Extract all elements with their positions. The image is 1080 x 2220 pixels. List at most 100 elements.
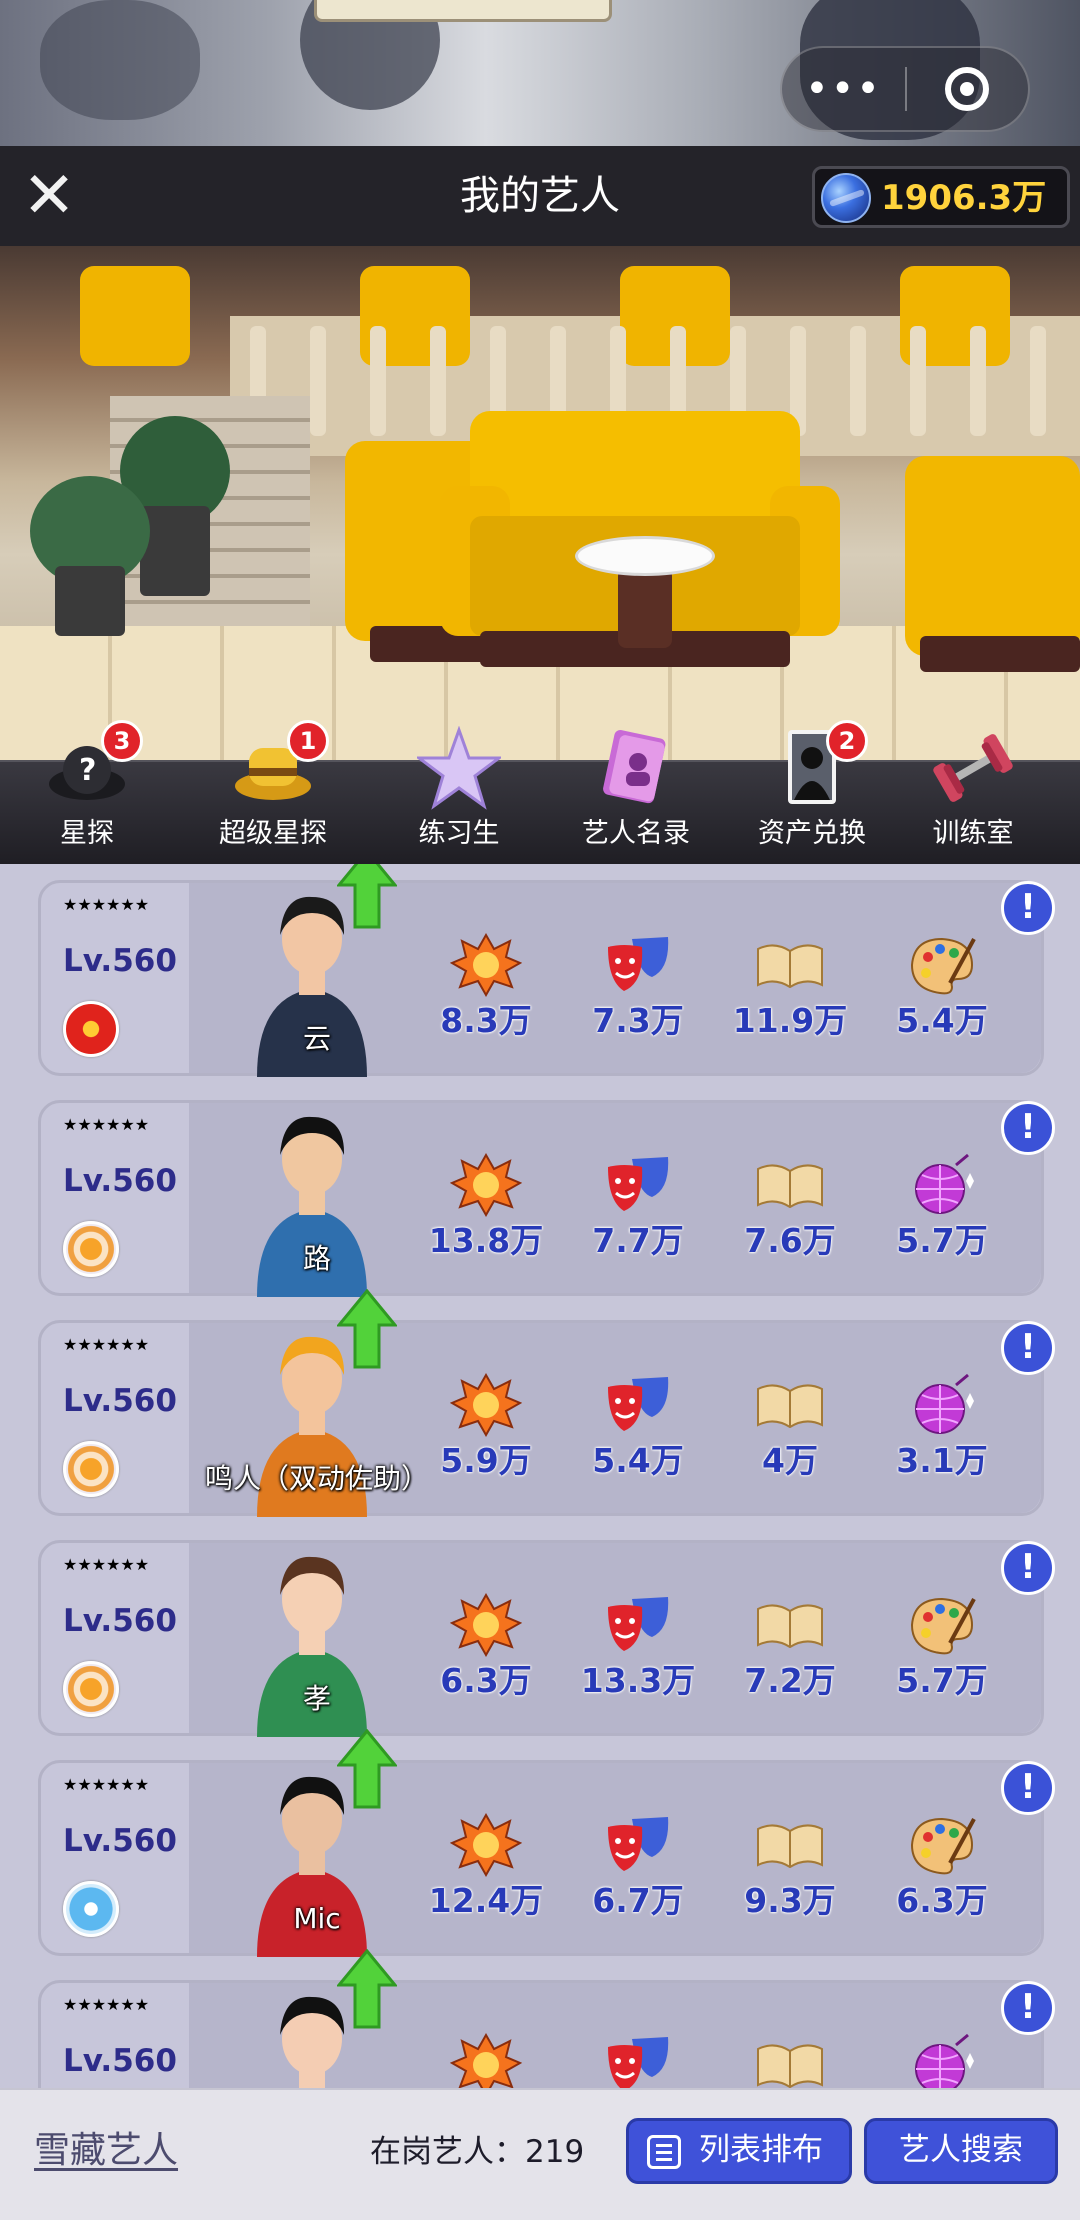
- on-duty-label: 在岗艺人：: [370, 2134, 525, 2170]
- info-icon[interactable]: !: [1001, 881, 1055, 935]
- artist-card[interactable]: ★★★★★★ Lv.560 云! 8.3万 7.3万 11.9万 5.4万: [38, 864, 1055, 1077]
- level-up-arrow-icon[interactable]: [337, 1289, 397, 1369]
- artist-stat: 5.4万: [867, 933, 1017, 1063]
- currency-amount: 1906.3万: [881, 178, 1047, 218]
- artist-card[interactable]: ★★★★★★ Lv.560 Mic! 12.4万 6.7万 9.3万 6.3万: [38, 1729, 1055, 1957]
- explosion-icon: [449, 1372, 523, 1438]
- artist-card[interactable]: ★★★★★★ Lv.560!: [38, 1949, 1055, 2088]
- menu-label: 训练室: [932, 818, 1014, 849]
- book-icon: [754, 1593, 826, 1657]
- stat-value: 6.3万: [440, 1661, 532, 1700]
- explosion-icon: [449, 1152, 523, 1218]
- menu-badge: 2: [826, 720, 868, 762]
- orange-flower-emblem: [63, 1221, 119, 1277]
- drama-mask-icon: [602, 1813, 674, 1877]
- drama-mask-icon: [602, 1373, 674, 1437]
- drama-mask-icon: [602, 1153, 674, 1217]
- book-icon: [754, 1813, 826, 1877]
- stat-value: 6.7万: [592, 1881, 684, 1920]
- stat-value: 6.3万: [896, 1881, 988, 1920]
- star-rating: ★★★★★★: [63, 1775, 150, 1794]
- on-duty-value: 219: [525, 2134, 585, 2170]
- orange-flower-emblem: [63, 1661, 119, 1717]
- star-rating: ★★★★★★: [63, 1995, 150, 2014]
- disco-ball-icon: [906, 1153, 978, 1217]
- list-icon: [647, 2135, 681, 2169]
- artist-stat: 6.7万: [563, 1813, 713, 1943]
- artist-stat: 8.3万: [411, 932, 561, 1063]
- menu-label: 星探: [60, 818, 114, 849]
- list-layout-button[interactable]: 列表排布: [626, 2118, 852, 2184]
- more-dots-icon[interactable]: •••: [782, 69, 905, 109]
- artist-stat: 5.7万: [867, 1153, 1017, 1283]
- menu-item-artist-directory[interactable]: 艺人名录: [546, 726, 726, 866]
- star-rating: ★★★★★★: [63, 1335, 150, 1354]
- artist-stat: 7.3万: [563, 933, 713, 1063]
- artist-stat: 7.6万: [715, 1153, 865, 1283]
- menu-item-super-scout[interactable]: 1 超级星探: [183, 720, 363, 866]
- close-miniprogram-icon[interactable]: [907, 67, 1028, 111]
- book-icon: [754, 2033, 826, 2088]
- artist-stat: 6.3万: [867, 1813, 1017, 1943]
- stat-value: 5.4万: [592, 1441, 684, 1480]
- info-icon[interactable]: !: [1001, 1761, 1055, 1815]
- svg-text:?: ?: [79, 753, 96, 788]
- artist-level: Lv.560: [63, 2043, 177, 2079]
- artist-search-button[interactable]: 艺人搜索: [864, 2118, 1058, 2184]
- drama-mask-icon: [602, 933, 674, 997]
- stat-value: 11.9万: [732, 1001, 848, 1040]
- menu-item-trainee[interactable]: 练习生: [369, 726, 549, 866]
- currency-display[interactable]: 1906.3万: [812, 166, 1070, 228]
- artist-level: Lv.560: [63, 1603, 177, 1639]
- artist-card[interactable]: ★★★★★★ Lv.560 鸣人（双动佐助）! 5.9万 5.4万 4万 3.1万: [38, 1289, 1055, 1517]
- background-preview: •••: [0, 0, 1080, 146]
- artist-stat: 7.2万: [715, 1593, 865, 1723]
- artist-list[interactable]: ★★★★★★ Lv.560 云! 8.3万 7.3万 11.9万 5.4万 ★★★★★★ Lv.…: [0, 864, 1080, 2088]
- menu-label: 练习生: [418, 818, 500, 849]
- on-duty-count: 在岗艺人：219: [370, 2130, 584, 2174]
- level-up-arrow-icon[interactable]: [337, 1949, 397, 2029]
- palette-icon: [906, 933, 978, 997]
- level-up-arrow-icon[interactable]: [337, 864, 397, 929]
- crystal-star-icon: [417, 726, 501, 810]
- level-up-arrow-icon[interactable]: [337, 1729, 397, 1809]
- menu-item-asset-exchange[interactable]: 2 资产兑换: [722, 720, 902, 866]
- artist-level: Lv.560: [63, 1823, 177, 1859]
- info-icon[interactable]: !: [1001, 1321, 1055, 1375]
- star-rating: ★★★★★★: [63, 1555, 150, 1574]
- artist-card[interactable]: ★★★★★★ Lv.560 路! 13.8万 7.7万 7.6万 5.7万: [38, 1100, 1055, 1297]
- stat-value: 7.3万: [592, 1001, 684, 1040]
- stat-value: 5.9万: [440, 1441, 532, 1480]
- miniprogram-capsule: •••: [780, 46, 1030, 132]
- stat-value: 13.8万: [428, 1221, 544, 1260]
- stat-value: 5.4万: [896, 1001, 988, 1040]
- drama-mask-icon: [602, 2033, 674, 2088]
- frozen-artists-link[interactable]: 雪藏艺人: [34, 2128, 178, 2174]
- orange-flower-emblem: [63, 1441, 119, 1497]
- info-icon[interactable]: !: [1001, 1981, 1055, 2035]
- artist-stat: 13.8万: [411, 1152, 561, 1283]
- menu-item-training-room[interactable]: 训练室: [883, 726, 1063, 866]
- artist-stat: 4万: [715, 1373, 865, 1503]
- menu-label: 艺人名录: [582, 818, 690, 849]
- info-icon[interactable]: !: [1001, 1541, 1055, 1595]
- artist-card[interactable]: ★★★★★★ Lv.560 孝! 6.3万 13.3万 7.2万 5.7万: [38, 1540, 1055, 1737]
- star-rating: ★★★★★★: [63, 1115, 150, 1134]
- lobby-scene: [0, 246, 1080, 760]
- info-icon[interactable]: !: [1001, 1101, 1055, 1155]
- disco-ball-icon: [906, 2033, 978, 2088]
- artist-level: Lv.560: [63, 943, 177, 979]
- artist-stat: [563, 2033, 713, 2088]
- drama-mask-icon: [602, 1593, 674, 1657]
- stat-value: 5.7万: [896, 1661, 988, 1700]
- menu-item-scout[interactable]: ? 3 星探: [0, 720, 177, 866]
- stat-value: 5.7万: [896, 1221, 988, 1260]
- menu-badge: 3: [101, 720, 143, 762]
- explosion-icon: [449, 2032, 523, 2088]
- menu-badge: 1: [287, 720, 329, 762]
- stat-value: 12.4万: [428, 1881, 544, 1920]
- stat-value: 4万: [762, 1441, 818, 1480]
- artist-stat: 11.9万: [715, 933, 865, 1063]
- artist-level: Lv.560: [63, 1383, 177, 1419]
- header-bar: ✕ 我的艺人 1906.3万: [0, 146, 1080, 246]
